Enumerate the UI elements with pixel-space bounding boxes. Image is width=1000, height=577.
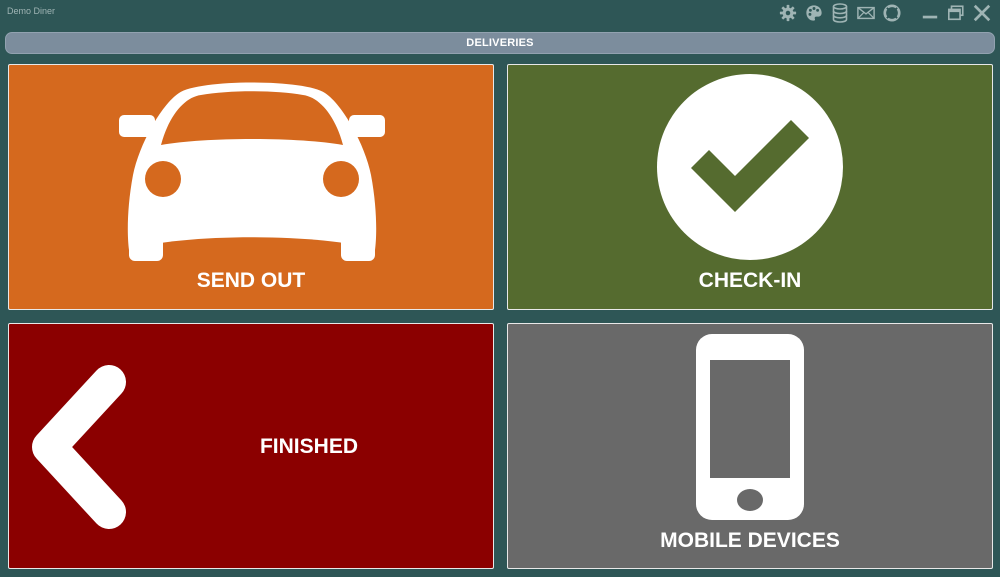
lifebuoy-icon[interactable] — [882, 3, 902, 23]
send-out-tile[interactable]: SEND OUT — [8, 64, 494, 310]
database-icon[interactable] — [830, 3, 850, 23]
close-icon[interactable] — [972, 3, 992, 23]
finished-label: FINISHED — [259, 435, 358, 458]
finished-tile[interactable]: FINISHED — [8, 323, 494, 569]
gear-icon[interactable] — [778, 3, 798, 23]
app-title: Demo Diner — [7, 6, 56, 16]
mobile-devices-label: MOBILE DEVICES — [660, 529, 840, 552]
smartphone-icon — [696, 334, 804, 520]
title-bar: Demo Diner — [0, 0, 1000, 26]
app-window: Demo Diner DELIVERIES SEND OUT CHECK-IN … — [0, 0, 1000, 577]
chevron-left-icon — [32, 365, 126, 529]
page-title: DELIVERIES — [466, 37, 534, 49]
title-bar-icons — [772, 3, 992, 23]
car-icon — [119, 82, 385, 263]
send-out-label: SEND OUT — [196, 269, 306, 292]
palette-icon[interactable] — [804, 3, 824, 23]
check-in-tile[interactable]: CHECK-IN — [507, 64, 993, 310]
checkmark-circle-icon — [657, 74, 843, 260]
mail-icon[interactable] — [856, 3, 876, 23]
minimize-icon[interactable] — [920, 3, 940, 23]
restore-icon[interactable] — [946, 3, 966, 23]
mobile-devices-tile[interactable]: MOBILE DEVICES — [507, 323, 993, 569]
section-header: DELIVERIES — [5, 32, 995, 54]
check-in-label: CHECK-IN — [698, 269, 802, 292]
